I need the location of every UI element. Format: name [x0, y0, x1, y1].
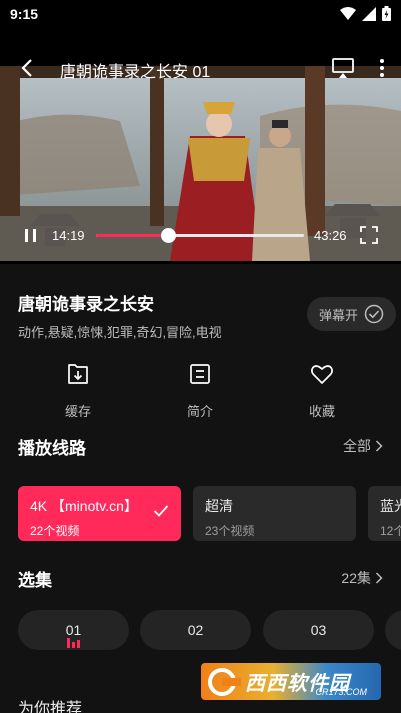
play-line-count: 23个视频 — [205, 524, 255, 538]
info-button[interactable]: 简介 — [160, 362, 240, 420]
heart-icon — [311, 365, 333, 384]
episodes-count-link[interactable]: 22集 — [341, 568, 383, 588]
back-icon[interactable] — [16, 56, 40, 80]
play-lines-all-label: 全部 — [343, 438, 371, 454]
play-line-count: 12个视频 — [380, 524, 401, 538]
episodes-count: 22集 — [341, 570, 371, 586]
video-title: 唐朝诡事录之长安 01 — [60, 64, 211, 81]
current-time: 14:19 — [52, 228, 85, 243]
video-player[interactable]: 唐朝诡事录之长安 01 14:19 43:26 — [0, 28, 401, 264]
play-lines-title: 播放线路 — [18, 439, 86, 458]
wifi-icon — [340, 6, 356, 20]
more-icon[interactable] — [375, 56, 389, 80]
play-line-name: 蓝光 — [380, 498, 401, 514]
episode-number: 02 — [187, 622, 204, 638]
play-line-name: 4K 【minotv.cn】 — [30, 498, 138, 514]
episode-list: 01 02 03 04 — [18, 610, 401, 650]
play-line-name: 超清 — [205, 498, 233, 514]
download-label: 缓存 — [64, 404, 91, 419]
total-time: 43:26 — [314, 228, 347, 243]
info-label: 简介 — [186, 404, 213, 419]
download-button[interactable]: 缓存 — [38, 362, 118, 420]
cast-icon[interactable] — [331, 56, 355, 80]
play-line-hd[interactable]: 超清 23个视频 — [193, 486, 356, 541]
episode-number: 01 — [65, 622, 82, 638]
now-playing-icon — [66, 638, 80, 648]
logo-icon — [208, 667, 241, 696]
progress-bar[interactable] — [96, 228, 304, 243]
play-lines-list: 4K 【minotv.cn】 22个视频 超清 23个视频 蓝光 12个视频 — [18, 486, 401, 542]
episode-item[interactable]: 02 — [140, 610, 251, 650]
episode-number: 03 — [310, 622, 327, 638]
fullscreen-icon[interactable] — [360, 226, 378, 244]
info-icon — [190, 364, 210, 384]
status-bar: 9:15 — [0, 0, 401, 28]
watermark-site: CR173.COM — [315, 687, 367, 697]
player-controls: 14:19 43:26 — [0, 224, 401, 248]
favorite-button[interactable]: 收藏 — [282, 362, 362, 420]
recommend-title: 为你推荐 — [18, 701, 83, 713]
chevron-right-icon — [375, 572, 383, 584]
episodes-title: 选集 — [18, 571, 52, 590]
favorite-label: 收藏 — [308, 404, 335, 419]
download-icon — [68, 364, 88, 384]
episode-item[interactable]: 04 — [385, 610, 401, 650]
progress-fill — [96, 234, 168, 237]
player-top-bar: 唐朝诡事录之长安 01 — [0, 28, 401, 108]
show-title: 唐朝诡事录之长安 — [18, 295, 154, 314]
progress-thumb[interactable] — [160, 228, 176, 243]
status-icons — [340, 6, 391, 21]
play-line-4k[interactable]: 4K 【minotv.cn】 22个视频 — [18, 486, 181, 541]
play-line-count: 22个视频 — [30, 524, 80, 538]
watermark-logo: 西西软件园 CR173.COM — [201, 663, 381, 700]
check-icon — [153, 505, 169, 517]
battery-icon — [382, 6, 391, 21]
signal-icon — [362, 6, 376, 21]
danmaku-toggle-button[interactable]: 弹幕开 — [307, 297, 396, 331]
check-circle-icon — [364, 304, 384, 324]
chevron-right-icon — [375, 440, 383, 452]
show-tags: 动作,悬疑,惊悚,犯罪,奇幻,冒险,电视 — [18, 325, 222, 340]
play-line-bluray[interactable]: 蓝光 12个视频 — [368, 486, 401, 541]
episode-item[interactable]: 01 — [18, 610, 129, 650]
danmaku-label: 弹幕开 — [319, 307, 359, 323]
action-bar: 缓存 简介 收藏 — [0, 362, 401, 420]
episode-item[interactable]: 03 — [263, 610, 374, 650]
pause-icon[interactable] — [22, 224, 40, 248]
status-time: 9:15 — [10, 6, 39, 22]
play-lines-all-link[interactable]: 全部 — [343, 436, 383, 456]
